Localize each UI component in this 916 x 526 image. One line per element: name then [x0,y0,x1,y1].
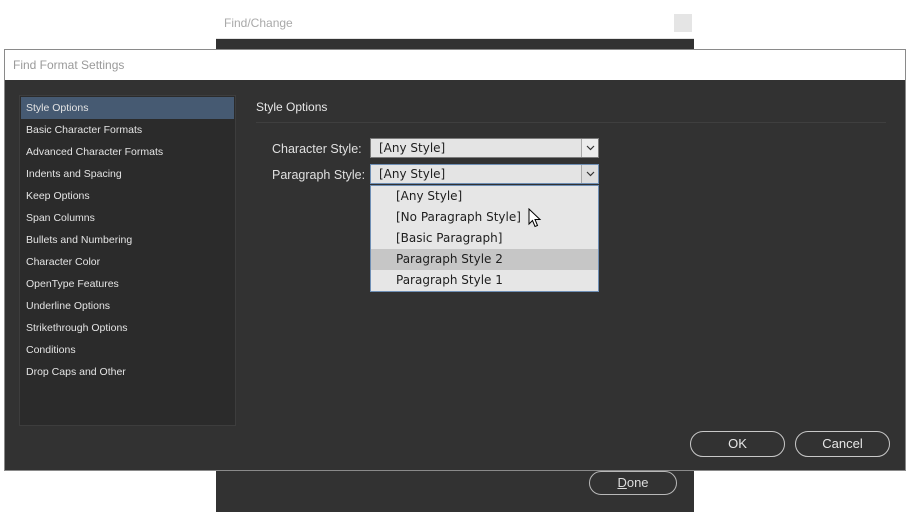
sidebar-item-bullets-and-numbering[interactable]: Bullets and Numbering [21,229,234,251]
category-list: Style Options Basic Character Formats Ad… [19,95,236,426]
find-format-settings-dialog: Find Format Settings Style Options Basic… [4,49,906,471]
cancel-button[interactable]: Cancel [795,431,890,457]
character-style-select[interactable]: [Any Style] [370,138,599,158]
sidebar-item-underline-options[interactable]: Underline Options [21,295,234,317]
dialog-titlebar: Find Format Settings [5,50,905,80]
dropdown-option-basic-paragraph[interactable]: [Basic Paragraph] [371,228,598,249]
dialog-title: Find Format Settings [13,58,125,72]
paragraph-style-value: [Any Style] [379,167,446,181]
dropdown-option-paragraph-style-2[interactable]: Paragraph Style 2 [371,249,598,270]
mouse-pointer-icon [528,208,542,228]
sidebar-item-indents-and-spacing[interactable]: Indents and Spacing [21,163,234,185]
paragraph-style-label: Paragraph Style: [272,168,366,182]
paragraph-style-dropdown: [Any Style] [No Paragraph Style] [Basic … [370,185,599,292]
sidebar-item-advanced-character-formats[interactable]: Advanced Character Formats [21,141,234,163]
sidebar-item-strikethrough-options[interactable]: Strikethrough Options [21,317,234,339]
done-label: one [626,475,649,490]
sidebar-item-opentype-features[interactable]: OpenType Features [21,273,234,295]
character-style-label: Character Style: [272,142,362,156]
done-accelerator: D [617,475,627,490]
find-change-titlebar: Find/Change [216,8,694,39]
section-divider [256,122,886,123]
sidebar-item-style-options[interactable]: Style Options [21,97,234,119]
sidebar-item-keep-options[interactable]: Keep Options [21,185,234,207]
find-change-title: Find/Change [224,16,293,30]
chevron-down-icon[interactable] [581,139,598,157]
ok-button[interactable]: OK [690,431,785,457]
close-icon[interactable] [674,14,692,32]
paragraph-style-select[interactable]: [Any Style] [370,164,599,184]
character-style-value: [Any Style] [379,141,446,155]
done-button[interactable]: Done [589,471,677,495]
sidebar-item-character-color[interactable]: Character Color [21,251,234,273]
sidebar-item-conditions[interactable]: Conditions [21,339,234,361]
chevron-down-icon[interactable] [581,165,598,183]
dropdown-option-any-style[interactable]: [Any Style] [371,186,598,207]
sidebar-item-basic-character-formats[interactable]: Basic Character Formats [21,119,234,141]
section-title: Style Options [256,100,328,114]
dropdown-option-no-paragraph-style[interactable]: [No Paragraph Style] [371,207,598,228]
dropdown-option-paragraph-style-1[interactable]: Paragraph Style 1 [371,270,598,291]
sidebar-item-span-columns[interactable]: Span Columns [21,207,234,229]
sidebar-item-drop-caps-and-other[interactable]: Drop Caps and Other [21,361,234,383]
